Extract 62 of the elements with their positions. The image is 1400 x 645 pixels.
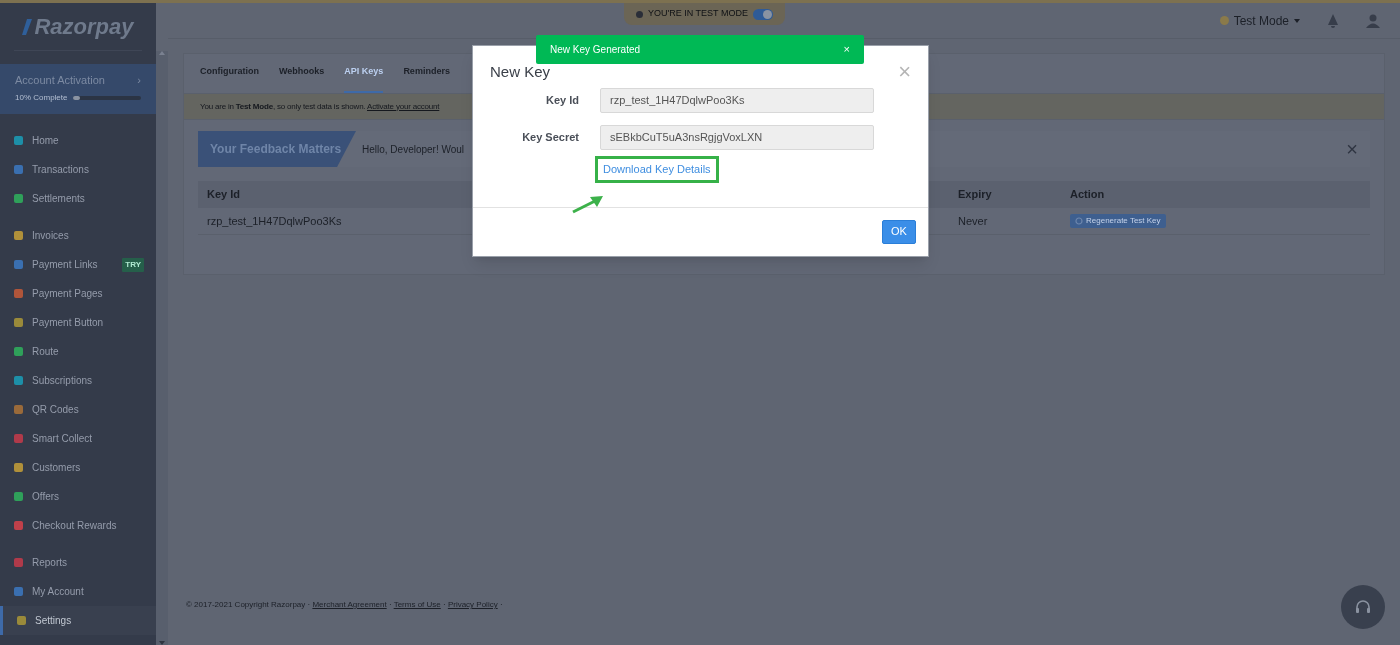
info-icon	[636, 10, 643, 18]
progress-label: 10% Complete	[15, 91, 68, 104]
try-badge: TRY	[122, 257, 144, 272]
table-cell-text: Never	[958, 213, 989, 229]
logo[interactable]: Razorpay	[22, 10, 134, 43]
sidebar-item[interactable]: Payment Pages	[0, 279, 156, 308]
sidebar-item[interactable]: Reports	[0, 548, 156, 577]
sidebar-item[interactable]: Smart Collect	[0, 424, 156, 453]
sidebar-item[interactable]: My Account	[0, 577, 156, 606]
sidebar-item[interactable]: Home	[0, 126, 156, 155]
logo-mark-icon	[22, 18, 33, 35]
sidebar-item[interactable]: Invoices	[0, 221, 156, 250]
bell-icon[interactable]	[1326, 12, 1340, 29]
field-label: Key Secret	[521, 129, 579, 145]
column-header: Expiry	[958, 187, 993, 203]
sidebar-item[interactable]: Transactions	[0, 155, 156, 184]
modal-title: New Key	[490, 62, 551, 82]
headset-icon	[1355, 599, 1371, 615]
footer-link[interactable]: Privacy Policy	[447, 600, 498, 609]
scrollbar[interactable]	[156, 51, 168, 645]
caret-icon	[1294, 18, 1300, 23]
notice-text: You are in Test Mode, so only test data is shown. Activate your account	[200, 100, 440, 113]
activation-title: Account Activation	[15, 73, 105, 88]
regenerate-button[interactable]: Regenerate Test Key	[1070, 214, 1166, 228]
sidebar-item[interactable]: Payment Button	[0, 308, 156, 337]
test-mode-label: YOU'RE IN TEST MODE	[648, 7, 748, 21]
info-icon	[1219, 16, 1229, 25]
close-button[interactable]: ×	[843, 44, 850, 55]
ok-button[interactable]: OK	[882, 219, 916, 244]
toast-message: New Key Generated	[550, 43, 641, 57]
notice-link[interactable]: Activate your account	[367, 101, 440, 111]
chevron-icon: ›	[137, 72, 141, 89]
arrow-icon	[571, 194, 605, 214]
progress-bar	[73, 95, 141, 100]
support-button[interactable]	[1341, 585, 1385, 629]
refresh-icon	[1075, 217, 1083, 225]
column-header: Key Id	[206, 187, 241, 203]
sidebar-item[interactable]: Settings	[0, 606, 156, 635]
sidebar-item[interactable]: Payment Links TRY	[0, 250, 156, 279]
sidebar-item[interactable]: Route	[0, 337, 156, 366]
sidebar-item[interactable]: Subscriptions	[0, 366, 156, 395]
mode-dropdown[interactable]: Test Mode	[1219, 11, 1300, 30]
input-field[interactable]: rzp_test_1H47DqlwPoo3Ks	[600, 87, 874, 113]
download-link[interactable]: Download Key Details	[595, 155, 719, 183]
input-field[interactable]: sEBkbCuT5uA3nsRgjgVoxLXN	[600, 124, 874, 150]
sidebar-item[interactable]: Checkout Rewards	[0, 511, 156, 540]
sidebar-item[interactable]: Customers	[0, 453, 156, 482]
tab[interactable]: Configuration	[200, 53, 259, 93]
table-cell-text: rzp_test_1H47DqlwPoo3Ks	[206, 213, 343, 229]
sidebar-item[interactable]: Offers	[0, 482, 156, 511]
user-icon[interactable]	[1366, 13, 1380, 28]
tab[interactable]: Webhooks	[279, 53, 325, 93]
column-header: Action	[1070, 187, 1105, 203]
activation-panel[interactable]: Account Activation › 10% Complete	[0, 64, 156, 114]
close-button[interactable]: ×	[1346, 139, 1358, 159]
footer-link[interactable]: Merchant Agreement	[312, 600, 387, 609]
field-label: Key Id	[545, 92, 579, 108]
sidebar-item[interactable]: QR Codes	[0, 395, 156, 424]
feedback-message: Hello, Developer! Woul	[362, 142, 465, 157]
test-mode-toggle[interactable]	[752, 8, 773, 20]
sidebar-item[interactable]: Settlements	[0, 184, 156, 213]
tab[interactable]: Reminders	[403, 53, 450, 93]
